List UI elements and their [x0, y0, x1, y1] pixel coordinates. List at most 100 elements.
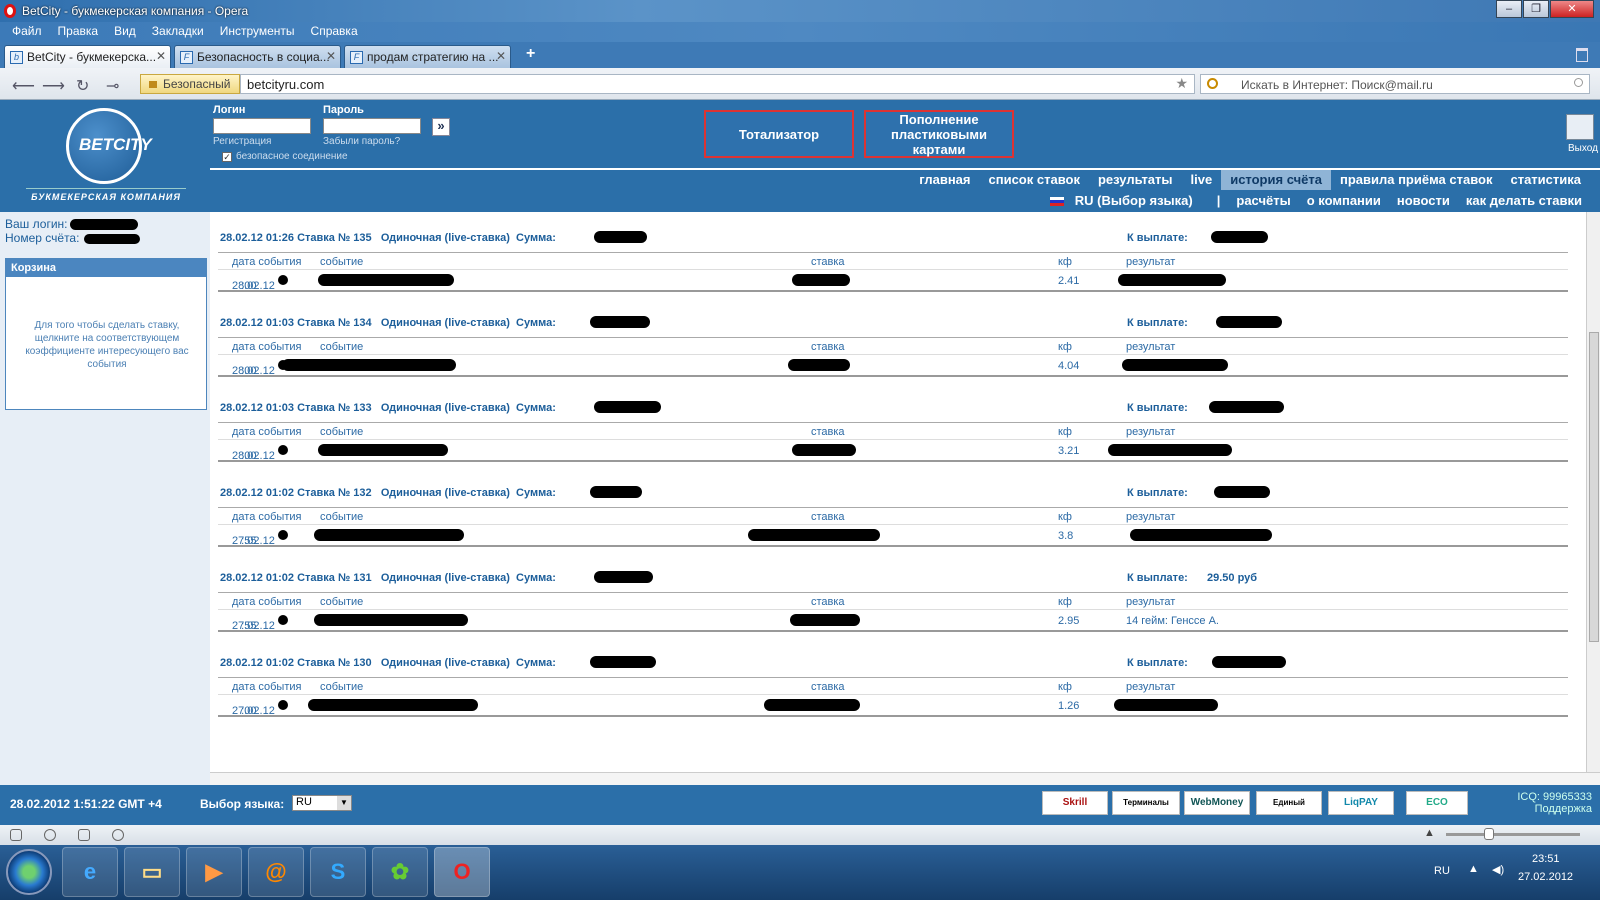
menu-edit[interactable]: Правка: [50, 22, 107, 42]
nav-results[interactable]: результаты: [1089, 170, 1182, 190]
reload-icon[interactable]: ↻: [76, 76, 89, 96]
menu-view[interactable]: Вид: [106, 22, 144, 42]
exit-icon[interactable]: [1566, 114, 1594, 140]
redacted-payout: [1209, 401, 1284, 413]
server-datetime: 28.02.2012 1:51:22 GMT +4: [10, 797, 162, 811]
clock-date: 27.02.2012: [1518, 871, 1574, 883]
close-tab-icon[interactable]: ✕: [156, 49, 166, 63]
opera-taskbar-icon[interactable]: O: [434, 847, 490, 897]
coefficient[interactable]: 3.8: [1058, 530, 1073, 542]
tab-security[interactable]: F Безопасность в социа... ✕: [174, 45, 341, 68]
key-icon[interactable]: ⊸: [106, 76, 119, 96]
tray-expand-icon[interactable]: ▲: [1468, 863, 1479, 875]
eco-logo[interactable]: ECO: [1406, 791, 1468, 815]
exit-label[interactable]: Выход: [1568, 143, 1598, 154]
language-selector[interactable]: RU (Выбор языка): [1042, 193, 1209, 208]
betcity-logo[interactable]: BETCITY БУКМЕКЕРСКАЯ КОМПАНИЯ: [0, 100, 210, 212]
coefficient[interactable]: 2.95: [1058, 615, 1079, 627]
register-link[interactable]: Регистрация: [213, 136, 271, 147]
coefficient[interactable]: 1.26: [1058, 700, 1079, 712]
event-date: 28.02.12 :00: [232, 280, 275, 292]
search-field[interactable]: Искать в Интернет: Поиск@mail.ru: [1200, 74, 1590, 94]
payout-label: К выплате:: [1127, 487, 1188, 499]
terminals-logo[interactable]: Терминалы России: [1112, 791, 1180, 815]
card-topup-button[interactable]: Пополнение пластиковыми картами: [864, 110, 1014, 158]
back-icon[interactable]: ⟵: [12, 76, 35, 96]
nav-home[interactable]: главная: [910, 170, 979, 190]
redacted-payout: [1211, 231, 1268, 243]
speed-icon[interactable]: [112, 829, 124, 841]
coefficient[interactable]: 2.41: [1058, 275, 1079, 287]
close-tab-icon[interactable]: ✕: [326, 49, 336, 63]
menu-help[interactable]: Справка: [303, 22, 366, 42]
maximize-button[interactable]: ❐: [1523, 0, 1549, 18]
search-engine-icon[interactable]: [1207, 78, 1218, 89]
coefficient[interactable]: 4.04: [1058, 360, 1079, 372]
login-submit-button[interactable]: »: [432, 118, 450, 136]
coefficient[interactable]: 3.21: [1058, 445, 1079, 457]
webmoney-logo[interactable]: WebMoney: [1184, 791, 1250, 815]
zoom-slider[interactable]: [1446, 828, 1580, 840]
menu-tools[interactable]: Инструменты: [212, 22, 303, 42]
secure-connection-checkbox[interactable]: ✓: [222, 152, 232, 162]
redacted-sum: [594, 401, 661, 413]
zoom-slider-knob[interactable]: [1484, 828, 1494, 840]
ie-taskbar-icon[interactable]: e: [62, 847, 118, 897]
nav-how-to-bet[interactable]: как делать ставки: [1458, 193, 1590, 208]
nav-live[interactable]: live: [1182, 170, 1222, 190]
nav-rules[interactable]: правила приёма ставок: [1331, 170, 1502, 190]
volume-icon[interactable]: ◀): [1492, 863, 1504, 876]
nav-statistics[interactable]: статистика: [1501, 170, 1590, 190]
bet-columns-header: дата события событие ставка кф результат: [218, 252, 1568, 270]
close-window-button[interactable]: ✕: [1550, 0, 1594, 18]
search-icon[interactable]: [1574, 78, 1583, 87]
menu-file[interactable]: Файл: [4, 22, 50, 42]
logo-subtitle: БУКМЕКЕРСКАЯ КОМПАНИЯ: [26, 188, 186, 202]
start-button[interactable]: [6, 849, 52, 895]
login-input[interactable]: [213, 118, 311, 134]
secure-badge[interactable]: Безопасный: [140, 74, 240, 94]
language-select[interactable]: RU ▼: [292, 795, 352, 811]
wallet-one-logo[interactable]: Единый кошелек: [1256, 791, 1322, 815]
media-player-taskbar-icon[interactable]: ▶: [186, 847, 242, 897]
explorer-taskbar-icon[interactable]: ▭: [124, 847, 180, 897]
nav-bet-list[interactable]: список ставок: [980, 170, 1089, 190]
vertical-scrollbar[interactable]: [1586, 212, 1600, 772]
url-field[interactable]: betcityru.com ★: [240, 74, 1195, 94]
trash-icon[interactable]: [1576, 48, 1588, 62]
forgot-password-link[interactable]: Забыли пароль?: [323, 136, 400, 147]
password-label: Пароль: [323, 104, 364, 116]
mail-agent-taskbar-icon[interactable]: @: [248, 847, 304, 897]
skype-taskbar-icon[interactable]: S: [310, 847, 366, 897]
password-input[interactable]: [323, 118, 421, 134]
payout-label: К выплате:: [1127, 402, 1188, 414]
unite-icon[interactable]: [78, 829, 90, 841]
nav-settlements[interactable]: расчёты: [1228, 193, 1298, 208]
nav-about[interactable]: о компании: [1299, 193, 1389, 208]
close-tab-icon[interactable]: ✕: [496, 49, 506, 63]
liqpay-logo[interactable]: LiqPAY: [1328, 791, 1394, 815]
event-date: 28.02.12 :00: [232, 365, 275, 377]
view-icon[interactable]: ▲: [1424, 827, 1435, 839]
totalizator-button[interactable]: Тотализатор: [704, 110, 854, 158]
tab-betcity[interactable]: b BetCity - букмекерска... ✕: [4, 45, 171, 69]
icq-taskbar-icon[interactable]: ✿: [372, 847, 428, 897]
bet-header: 28.02.12 01:03 Ставка № 134 Одиночная (l…: [220, 317, 556, 329]
icq-support[interactable]: ICQ: 99965333 Поддержка: [1510, 791, 1592, 815]
menu-bookmarks[interactable]: Закладки: [144, 22, 212, 42]
tab-strategy[interactable]: F продам стратегию на ... ✕: [344, 45, 511, 68]
nav-news[interactable]: новости: [1389, 193, 1458, 208]
turbo-icon[interactable]: [44, 829, 56, 841]
minimize-button[interactable]: –: [1496, 0, 1522, 18]
scrollbar-thumb[interactable]: [1589, 332, 1599, 642]
new-tab-button[interactable]: +: [526, 45, 535, 63]
input-language[interactable]: RU: [1434, 865, 1450, 877]
bet-header: 28.02.12 01:26 Ставка № 135 Одиночная (l…: [220, 232, 556, 244]
skrill-logo[interactable]: Skrill: [1042, 791, 1108, 815]
horizontal-scrollbar[interactable]: [210, 772, 1600, 785]
bookmark-star-icon[interactable]: ★: [1175, 75, 1188, 92]
nav-account-history[interactable]: история счёта: [1221, 170, 1331, 190]
forward-icon[interactable]: ⟶: [42, 76, 65, 96]
panel-toggle-icon[interactable]: [10, 829, 22, 841]
redacted-stake: [788, 359, 850, 371]
